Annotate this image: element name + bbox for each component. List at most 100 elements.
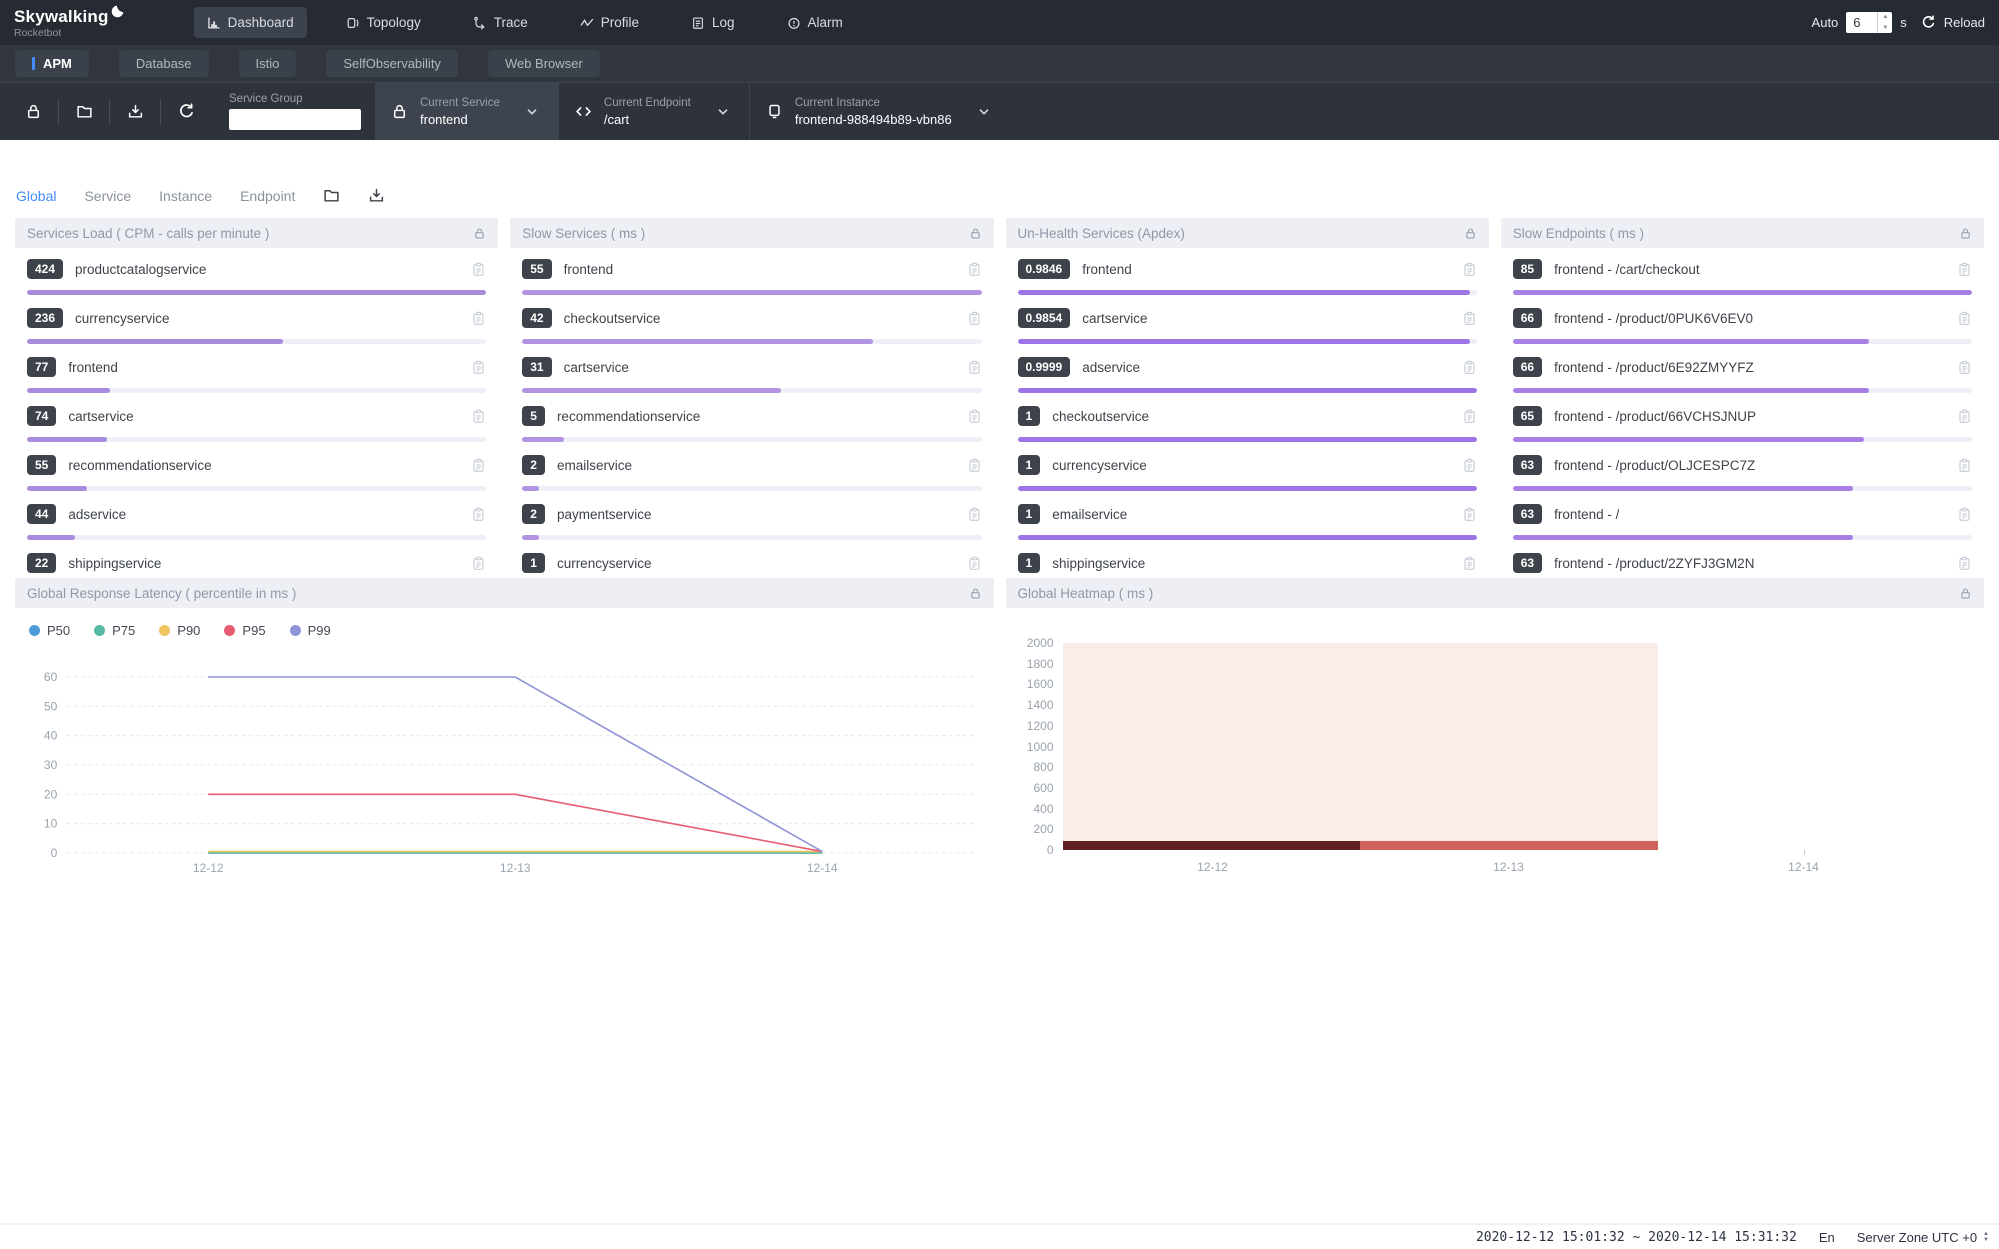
clipboard-icon[interactable]	[967, 507, 982, 522]
panel-header: Slow Endpoints ( ms )	[1501, 218, 1984, 248]
clipboard-icon[interactable]	[1957, 458, 1972, 473]
metric-bar-track	[1513, 486, 1972, 491]
clipboard-icon[interactable]	[1957, 311, 1972, 326]
nav-item-dashboard[interactable]: Dashboard	[194, 7, 307, 38]
metric-bar-track	[522, 339, 981, 344]
trace-icon	[473, 16, 487, 30]
metric-item: 55 frontend	[522, 256, 981, 295]
clipboard-icon[interactable]	[1957, 409, 1972, 424]
logo-title: Skywalking	[14, 7, 109, 27]
clipboard-icon[interactable]	[967, 311, 982, 326]
layer-tab-database[interactable]: Database	[119, 50, 209, 77]
lock-icon[interactable]	[473, 227, 486, 240]
log-icon	[691, 16, 705, 30]
import-dashboard-button[interactable]	[59, 83, 109, 140]
clipboard-icon[interactable]	[471, 360, 486, 375]
tab-endpoint[interactable]: Endpoint	[240, 188, 295, 204]
clipboard-icon[interactable]	[1462, 262, 1477, 277]
nav-item-alarm[interactable]: Alarm	[774, 7, 856, 38]
clipboard-icon[interactable]	[967, 409, 982, 424]
clipboard-icon[interactable]	[1957, 556, 1972, 571]
reload-icon[interactable]	[1921, 15, 1936, 30]
layer-tab-apm[interactable]: APM	[15, 50, 89, 77]
clipboard-icon[interactable]	[1462, 360, 1477, 375]
metric-bar-fill	[1018, 437, 1477, 442]
clipboard-icon[interactable]	[471, 556, 486, 571]
clipboard-icon[interactable]	[1462, 458, 1477, 473]
nav-item-topology[interactable]: Topology	[333, 7, 434, 38]
heatmap-chart: 200018001600140012001000800600400200012-…	[1006, 608, 1985, 888]
clipboard-icon[interactable]	[471, 458, 486, 473]
metric-panels: Services Load ( CPM - calls per minute )…	[15, 218, 1984, 578]
top-navbar: Skywalking Rocketbot Dashboard Topology …	[0, 0, 1999, 45]
export-dashboard-button[interactable]	[110, 83, 160, 140]
clipboard-icon[interactable]	[1957, 360, 1972, 375]
metric-item: 0.9854 cartservice	[1018, 305, 1477, 344]
chevron-down-icon	[978, 106, 990, 118]
metric-bar-fill	[522, 535, 539, 540]
metric-value-badge: 55	[27, 455, 56, 475]
metric-item: 5 recommendationservice	[522, 403, 981, 442]
metric-value-badge: 0.9846	[1018, 259, 1071, 279]
metric-value-badge: 74	[27, 406, 56, 426]
service-group-input[interactable]	[229, 109, 361, 130]
metric-bar-track	[1018, 535, 1477, 540]
download-icon[interactable]	[368, 187, 385, 204]
zone-stepper[interactable]: ▲▼	[1983, 1232, 1989, 1243]
tab-global[interactable]: Global	[16, 188, 56, 204]
clipboard-icon[interactable]	[967, 262, 982, 277]
lock-icon[interactable]	[1464, 227, 1477, 240]
heatmap-x-tick: 12-13	[1479, 860, 1539, 874]
selector-current-endpoint[interactable]: Current Endpoint /cart	[558, 83, 749, 140]
time-range-picker[interactable]: 2020-12-12 15:01:32 ~ 2020-12-14 15:31:3…	[1476, 1230, 1797, 1245]
interval-stepper[interactable]: ▲▼	[1877, 12, 1892, 33]
nav-item-trace[interactable]: Trace	[460, 7, 541, 38]
metric-item: 66 frontend - /product/0PUK6V6EV0	[1513, 305, 1972, 344]
heatmap-y-tick: 1000	[1010, 740, 1054, 754]
language-selector[interactable]: En	[1819, 1230, 1835, 1245]
clipboard-icon[interactable]	[1462, 409, 1477, 424]
nav-item-log[interactable]: Log	[678, 7, 748, 38]
heatmap-y-tick: 400	[1010, 802, 1054, 816]
lock-templates-button[interactable]	[8, 83, 58, 140]
clipboard-icon[interactable]	[967, 360, 982, 375]
refresh-templates-button[interactable]	[161, 83, 211, 140]
clipboard-icon[interactable]	[471, 507, 486, 522]
legend-p90[interactable]: P90	[159, 623, 200, 638]
clipboard-icon[interactable]	[1957, 507, 1972, 522]
nav-item-profile[interactable]: Profile	[567, 7, 652, 38]
legend-p95[interactable]: P95	[224, 623, 265, 638]
lock-icon[interactable]	[969, 227, 982, 240]
main-menu: Dashboard Topology Trace Profile Log Ala…	[194, 7, 856, 38]
reload-label[interactable]: Reload	[1944, 15, 1985, 30]
layer-tab-web-browser[interactable]: Web Browser	[488, 50, 600, 77]
clipboard-icon[interactable]	[1462, 507, 1477, 522]
lock-icon[interactable]	[969, 587, 982, 600]
tab-service[interactable]: Service	[84, 188, 131, 204]
clipboard-icon[interactable]	[967, 556, 982, 571]
legend-p75[interactable]: P75	[94, 623, 135, 638]
clipboard-icon[interactable]	[471, 311, 486, 326]
download-icon	[127, 103, 144, 120]
selector-current-instance[interactable]: Current Instance frontend-988494b89-vbn8…	[749, 83, 1010, 140]
clipboard-icon[interactable]	[1957, 262, 1972, 277]
clipboard-icon[interactable]	[471, 409, 486, 424]
lock-icon[interactable]	[1959, 587, 1972, 600]
folder-icon[interactable]	[323, 187, 340, 204]
selector-current-service[interactable]: Current Service frontend	[375, 83, 558, 140]
clipboard-icon[interactable]	[967, 458, 982, 473]
legend-p50[interactable]: P50	[29, 623, 70, 638]
clipboard-icon[interactable]	[1462, 311, 1477, 326]
tab-instance[interactable]: Instance	[159, 188, 212, 204]
auto-interval-input[interactable]: 6 ▲▼	[1846, 12, 1892, 33]
selector-label: Current Instance	[795, 97, 952, 109]
clipboard-icon[interactable]	[471, 262, 486, 277]
clipboard-icon[interactable]	[1462, 556, 1477, 571]
lock-icon[interactable]	[1959, 227, 1972, 240]
metric-bar-track	[27, 290, 486, 295]
layer-tab-istio[interactable]: Istio	[239, 50, 297, 77]
legend-p99[interactable]: P99	[290, 623, 331, 638]
panel-title: Slow Services ( ms )	[522, 226, 645, 241]
layer-tab-selfobservability[interactable]: SelfObservability	[326, 50, 458, 77]
metric-value-badge: 66	[1513, 357, 1542, 377]
